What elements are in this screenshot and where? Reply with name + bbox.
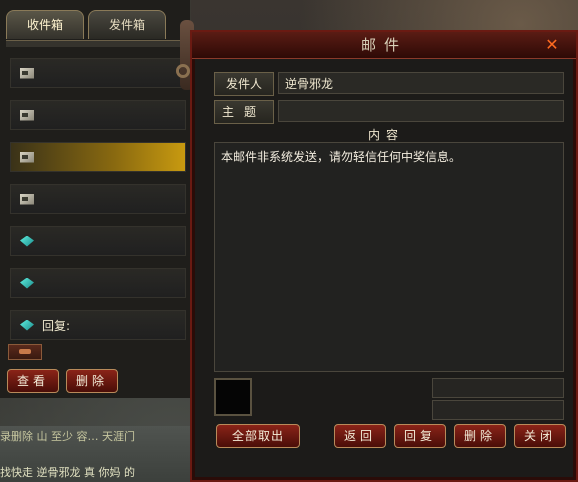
mail-list-item-selected[interactable]: [10, 142, 186, 172]
delete-button[interactable]: 删除: [454, 424, 506, 448]
subject-label: 主题: [214, 100, 274, 124]
tab-inbox[interactable]: 收件箱: [6, 10, 84, 39]
sender-field: 逆骨邪龙: [278, 72, 564, 94]
unread-mail-icon: [20, 277, 34, 289]
reply-button[interactable]: 回复: [394, 424, 446, 448]
mail-list-item[interactable]: [10, 100, 186, 130]
read-mail-icon: [20, 151, 34, 163]
subject-field: [278, 100, 564, 122]
mailbox-tabs: 收件箱 发件箱: [6, 10, 186, 40]
back-button[interactable]: 返回: [334, 424, 386, 448]
delete-mail-button[interactable]: 删除: [66, 369, 118, 393]
chat-line: 找快走 逆骨邪龙 真 你妈 的: [0, 466, 135, 479]
read-mail-icon: [20, 67, 34, 79]
attachment-slot[interactable]: [214, 378, 252, 416]
mail-item-label: 回复:: [42, 318, 71, 333]
mail-list-item[interactable]: [10, 226, 186, 256]
tab-divider: [6, 40, 190, 47]
frame-ring-icon: [176, 64, 190, 78]
unread-mail-icon: [20, 319, 34, 331]
mail-title-bar[interactable]: 邮件 ✕: [192, 32, 576, 59]
mail-list: 回复:: [10, 58, 186, 352]
mailbox-panel: 收件箱 发件箱 回复: 查看 删除: [0, 0, 191, 398]
mail-list-item[interactable]: [10, 58, 186, 88]
mail-window: 邮件 ✕ 发件人 逆骨邪龙 主题 内容 本邮件非系统发送，请勿轻信任何中奖信息。…: [190, 30, 578, 482]
read-mail-icon: [20, 193, 34, 205]
tab-outbox[interactable]: 发件箱: [88, 10, 166, 39]
page-arrow-icon[interactable]: [8, 344, 42, 360]
content-label: 内容: [367, 128, 404, 142]
mail-content: 本邮件非系统发送，请勿轻信任何中奖信息。: [214, 142, 564, 372]
sender-label: 发件人: [214, 72, 274, 96]
close-icon[interactable]: ✕: [544, 37, 560, 53]
mail-list-item[interactable]: [10, 184, 186, 214]
window-title: 邮件: [360, 36, 407, 54]
take-all-button[interactable]: 全部取出: [216, 424, 300, 448]
view-button[interactable]: 查看: [7, 369, 59, 393]
attachment-info-field: [432, 378, 564, 398]
close-button[interactable]: 关闭: [514, 424, 566, 448]
unread-mail-icon: [20, 235, 34, 247]
mail-list-item[interactable]: [10, 268, 186, 298]
attachment-info-field: [432, 400, 564, 420]
read-mail-icon: [20, 109, 34, 121]
chat-line: 录删除 山 至少 容… 天涯门: [0, 430, 135, 443]
mail-list-item[interactable]: 回复:: [10, 310, 186, 340]
